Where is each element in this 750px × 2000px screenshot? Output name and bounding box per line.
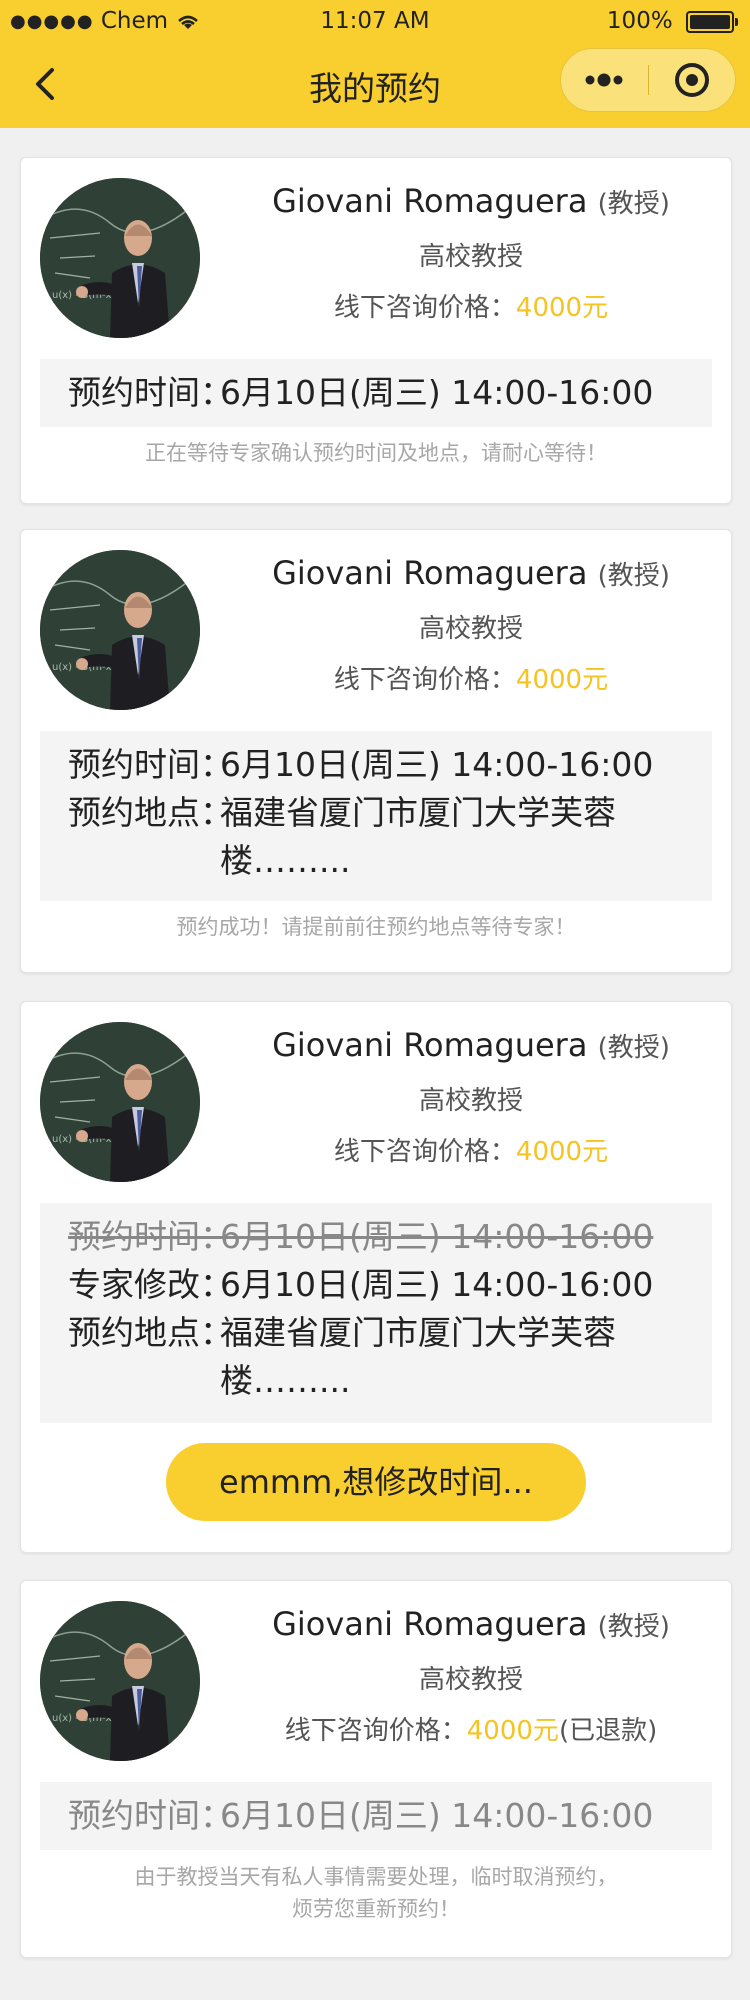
expert-name: Giovani Romaguera (教授): [272, 182, 670, 220]
more-button[interactable]: [561, 49, 647, 111]
modify-time-button[interactable]: emmm,想修改时间...: [166, 1443, 586, 1521]
price-amount: 4000元: [515, 1137, 609, 1167]
avatar: [40, 550, 200, 710]
battery-percent: 100%: [606, 8, 673, 34]
appointment-details: 预约时间： 6月10日(周三) 14:00-16:00: [40, 359, 712, 427]
appointment-card[interactable]: Giovani Romaguera (教授) 高校教授 线下咨询价格：4000元…: [20, 1580, 732, 1958]
close-button[interactable]: [649, 49, 735, 111]
appointment-details: 预约时间： 6月10日(周三) 14:00-16:00 预约地点： 福建省厦门市厦门…: [40, 731, 712, 901]
detail-row: 预约地点： 福建省厦门市厦门大学芙蓉楼……...: [68, 1313, 616, 1400]
mini-program-capsule: [560, 48, 736, 112]
price-amount: 4000元: [515, 293, 609, 323]
expert-position: 高校教授: [418, 242, 523, 272]
price-amount: 4000元: [515, 665, 609, 695]
expert-position: 高校教授: [418, 1086, 523, 1116]
battery-icon: [686, 10, 738, 33]
status-hint: 预约成功！请提前前往预约地点等待专家！: [176, 915, 576, 939]
price-line: 线下咨询价格：4000元(已退款): [284, 1716, 658, 1746]
cancel-hint-line: 烦劳您重新预约！: [292, 1897, 460, 1921]
expert-info: Giovani Romaguera (教授) 高校教授 线下咨询价格：4000元: [231, 1026, 711, 1168]
status-hint: 正在等待专家确认预约时间及地点，请耐心等待！: [145, 441, 607, 465]
appointment-card[interactable]: Giovani Romaguera (教授) 高校教授 线下咨询价格：4000元…: [20, 1001, 732, 1553]
expert-position: 高校教授: [418, 614, 523, 644]
detail-row: 预约时间： 6月10日(周三) 14:00-16:00: [68, 1796, 654, 1835]
expert-info: Giovani Romaguera (教授) 高校教授 线下咨询价格：4000元…: [231, 1605, 711, 1747]
cancel-hint: 由于教授当天有私人事情需要处理，临时取消预约， 烦劳您重新预约！: [21, 1861, 731, 1925]
appointment-details: 预约时间： 6月10日(周三) 14:00-16:00: [40, 1782, 712, 1850]
status-right: 100%: [606, 8, 738, 34]
expert-name: Giovani Romaguera (教授): [272, 1026, 670, 1064]
nav-bar: 我的预约: [0, 42, 750, 128]
expert-name: Giovani Romaguera (教授): [272, 1605, 670, 1643]
expert-title: (教授): [597, 1033, 670, 1063]
detail-row: 预约时间： 6月10日(周三) 14:00-16:00: [68, 745, 654, 784]
expert-info: Giovani Romaguera (教授) 高校教授 线下咨询价格：4000元: [231, 182, 711, 324]
detail-row: 预约时间： 6月10日(周三) 14:00-16:00: [68, 373, 654, 412]
expert-title: (教授): [597, 189, 670, 219]
appointment-card[interactable]: Giovani Romaguera (教授) 高校教授 线下咨询价格：4000元…: [20, 157, 732, 504]
price-line: 线下咨询价格：4000元: [333, 665, 609, 695]
modified-time-row: 专家修改： 6月10日(周三) 14:00-16:00: [68, 1265, 654, 1304]
price-line: 线下咨询价格：4000元: [333, 293, 609, 323]
price-amount: 4000元: [466, 1716, 559, 1746]
status-bar: ●●●●● Chem 11:07 AM 100%: [0, 0, 750, 42]
appointment-card[interactable]: Giovani Romaguera (教授) 高校教授 线下咨询价格：4000元…: [20, 529, 732, 973]
expert-title: (教授): [597, 1612, 670, 1642]
expert-position: 高校教授: [418, 1665, 523, 1695]
detail-row: 预约地点： 福建省厦门市厦门大学芙蓉楼……...: [68, 793, 616, 880]
refund-note: (已退款): [558, 1716, 658, 1746]
avatar: [40, 178, 200, 338]
price-line: 线下咨询价格：4000元: [333, 1137, 609, 1167]
expert-title: (教授): [597, 561, 670, 591]
appointment-details: 预约时间： 6月10日(周三) 14:00-16:00 专家修改： 6月10日(周三…: [40, 1203, 712, 1423]
avatar: [40, 1601, 200, 1761]
expert-name: Giovani Romaguera (教授): [272, 554, 670, 592]
expert-info: Giovani Romaguera (教授) 高校教授 线下咨询价格：4000元: [231, 554, 711, 696]
target-close-icon: [675, 63, 709, 97]
original-time-row: 预约时间： 6月10日(周三) 14:00-16:00: [68, 1217, 654, 1256]
cancel-hint-line: 由于教授当天有私人事情需要处理，临时取消预约，: [134, 1865, 618, 1889]
more-dots-icon: [585, 73, 623, 87]
avatar: [40, 1022, 200, 1182]
